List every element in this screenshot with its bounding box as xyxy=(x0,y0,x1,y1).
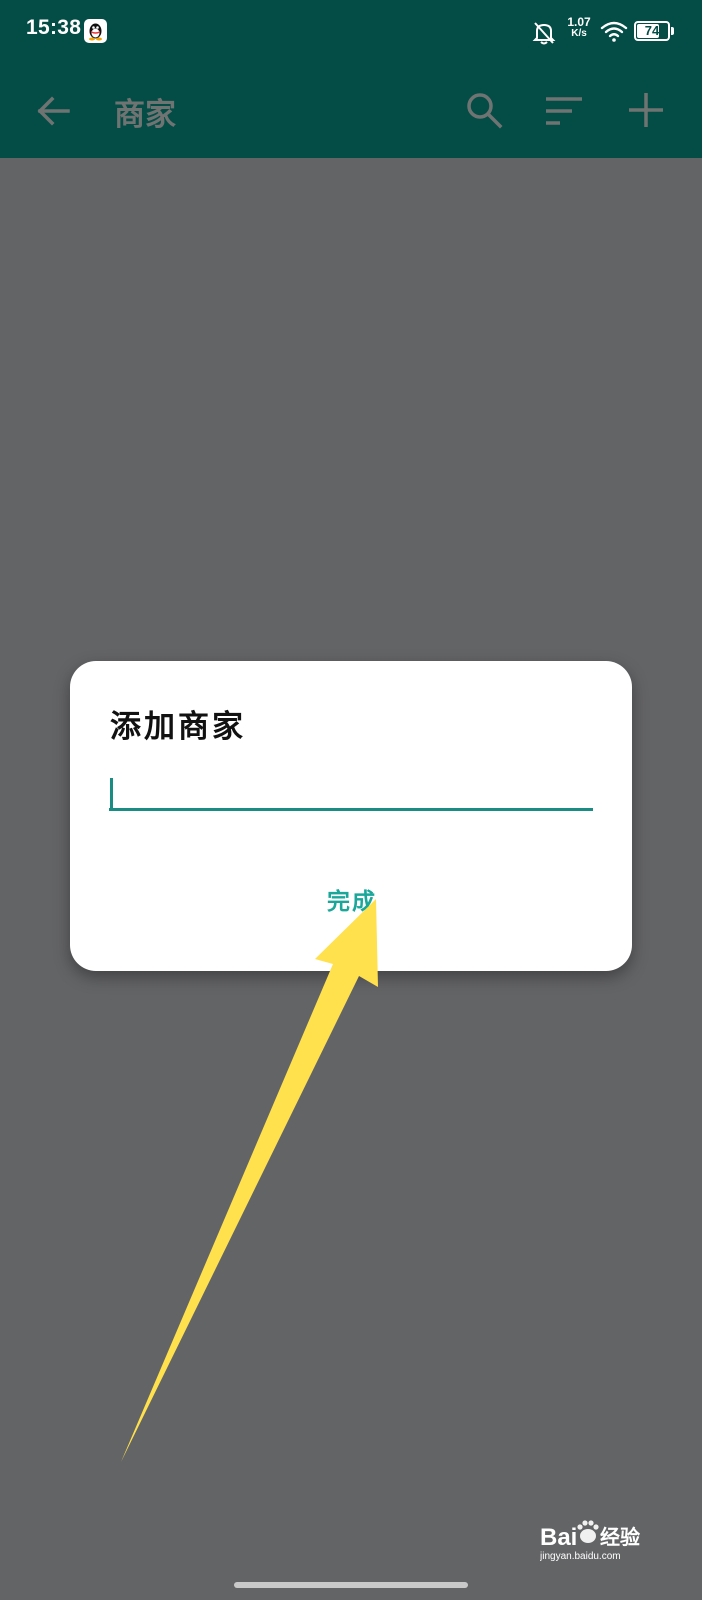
home-indicator[interactable] xyxy=(234,1582,468,1588)
watermark-url: jingyan.baidu.com xyxy=(540,1551,621,1562)
battery-level: 74 xyxy=(644,23,660,38)
merchant-name-input[interactable] xyxy=(109,773,593,811)
network-speed-unit: K/s xyxy=(571,28,587,39)
watermark-brand: Bai xyxy=(540,1524,577,1551)
battery-tip xyxy=(671,27,674,35)
baidu-jingyan-watermark: Bai 经验 jingyan.baidu.com xyxy=(539,1518,670,1562)
wifi-icon xyxy=(600,20,628,44)
network-speed: 1.07 K/s xyxy=(564,16,594,40)
network-speed-value: 1.07 xyxy=(567,15,591,29)
add-merchant-dialog: 添加商家 完成 xyxy=(70,661,632,971)
status-bar: 15:38 1.07 K/s 74 xyxy=(0,0,702,64)
text-cursor xyxy=(110,778,113,810)
baidu-paw-icon xyxy=(577,1520,599,1543)
screen: 15:38 1.07 K/s 74 商家 添加商家 完成 Bai 经验 jing… xyxy=(0,0,702,1600)
status-time: 15:38 xyxy=(26,16,82,39)
watermark-brand-suffix: 经验 xyxy=(600,1525,640,1549)
bell-off-icon xyxy=(532,20,556,46)
done-button[interactable]: 完成 xyxy=(312,879,392,919)
dialog-title: 添加商家 xyxy=(110,709,246,745)
qq-icon xyxy=(84,19,107,43)
battery-icon: 74 xyxy=(634,21,670,41)
